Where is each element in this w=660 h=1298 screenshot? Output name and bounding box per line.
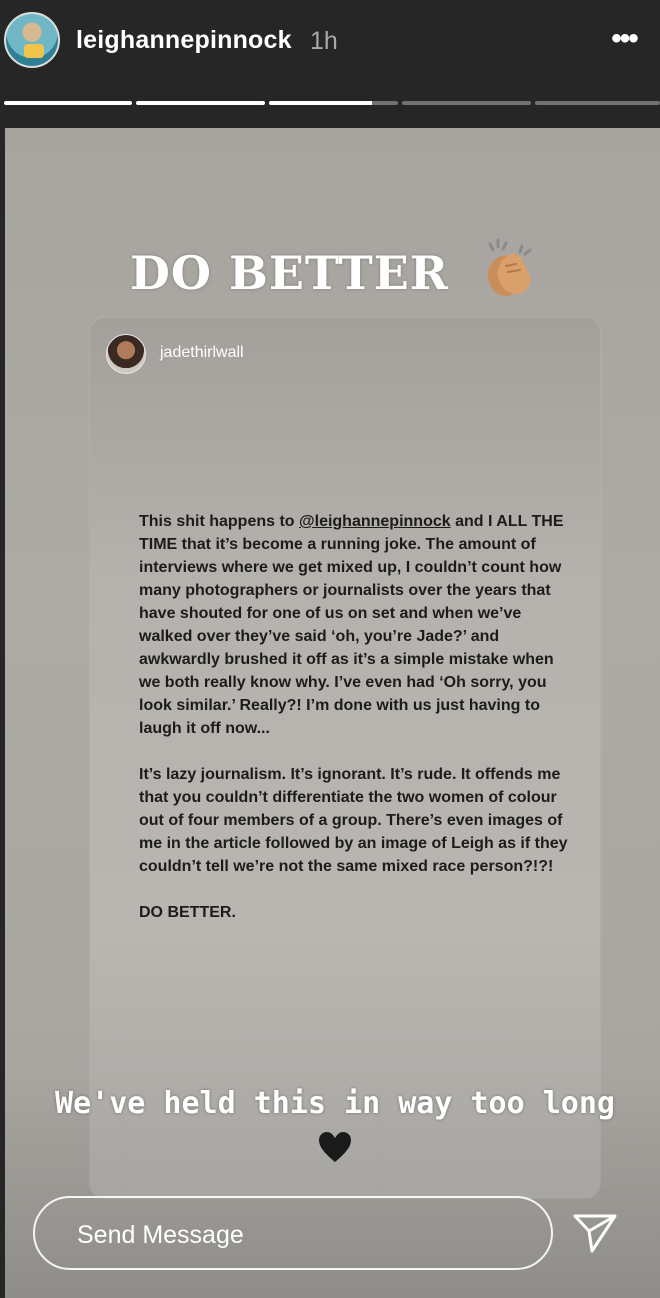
paper-plane-icon[interactable] [572, 1212, 618, 1254]
story-content[interactable]: DO BETTER jadethirlwall This shit happen… [0, 128, 660, 1298]
progress-segment [402, 101, 531, 105]
post-text-segment: and I ALL THE TIME that it’s become a ru… [139, 513, 564, 737]
mention-link[interactable]: @leighannepinnock [299, 513, 451, 530]
progress-segment [136, 101, 265, 105]
progress-fill [4, 101, 132, 105]
post-paragraph: DO BETTER. [139, 904, 236, 921]
story-username[interactable]: leighannepinnock [76, 26, 292, 55]
post-text-segment: This shit happens to [139, 513, 300, 530]
post-paragraph: It’s lazy journalism. It’s ignorant. It’… [139, 766, 568, 875]
caption-text: We've held this in way too long [55, 1086, 615, 1121]
progress-fill [269, 101, 373, 105]
story-timestamp: 1h [310, 27, 338, 55]
clapping-hands-icon [487, 238, 532, 296]
shared-post-card[interactable]: jadethirlwall This shit happens to @leig… [90, 318, 600, 1198]
story-progress [4, 101, 660, 106]
black-heart-icon [319, 1131, 351, 1162]
post-text: This shit happens to @leighannepinnock a… [139, 510, 579, 947]
progress-fill [136, 101, 265, 105]
post-author-username[interactable]: jadethirlwall [160, 344, 244, 362]
story-header: leighannepinnock 1h ••• [0, 0, 660, 128]
story-headline: DO BETTER [130, 246, 450, 300]
progress-segment [535, 101, 660, 105]
message-input[interactable] [75, 1216, 519, 1254]
profile-avatar[interactable] [4, 12, 60, 68]
more-options-icon[interactable]: ••• [604, 22, 644, 56]
send-message-field[interactable] [33, 1196, 553, 1270]
progress-segment [269, 101, 398, 105]
story-caption: We've held this in way too long [40, 1083, 630, 1167]
progress-segment [4, 101, 132, 105]
post-author-avatar[interactable] [106, 334, 146, 374]
post-paragraph: This shit happens to @leighannepinnock a… [139, 510, 579, 740]
